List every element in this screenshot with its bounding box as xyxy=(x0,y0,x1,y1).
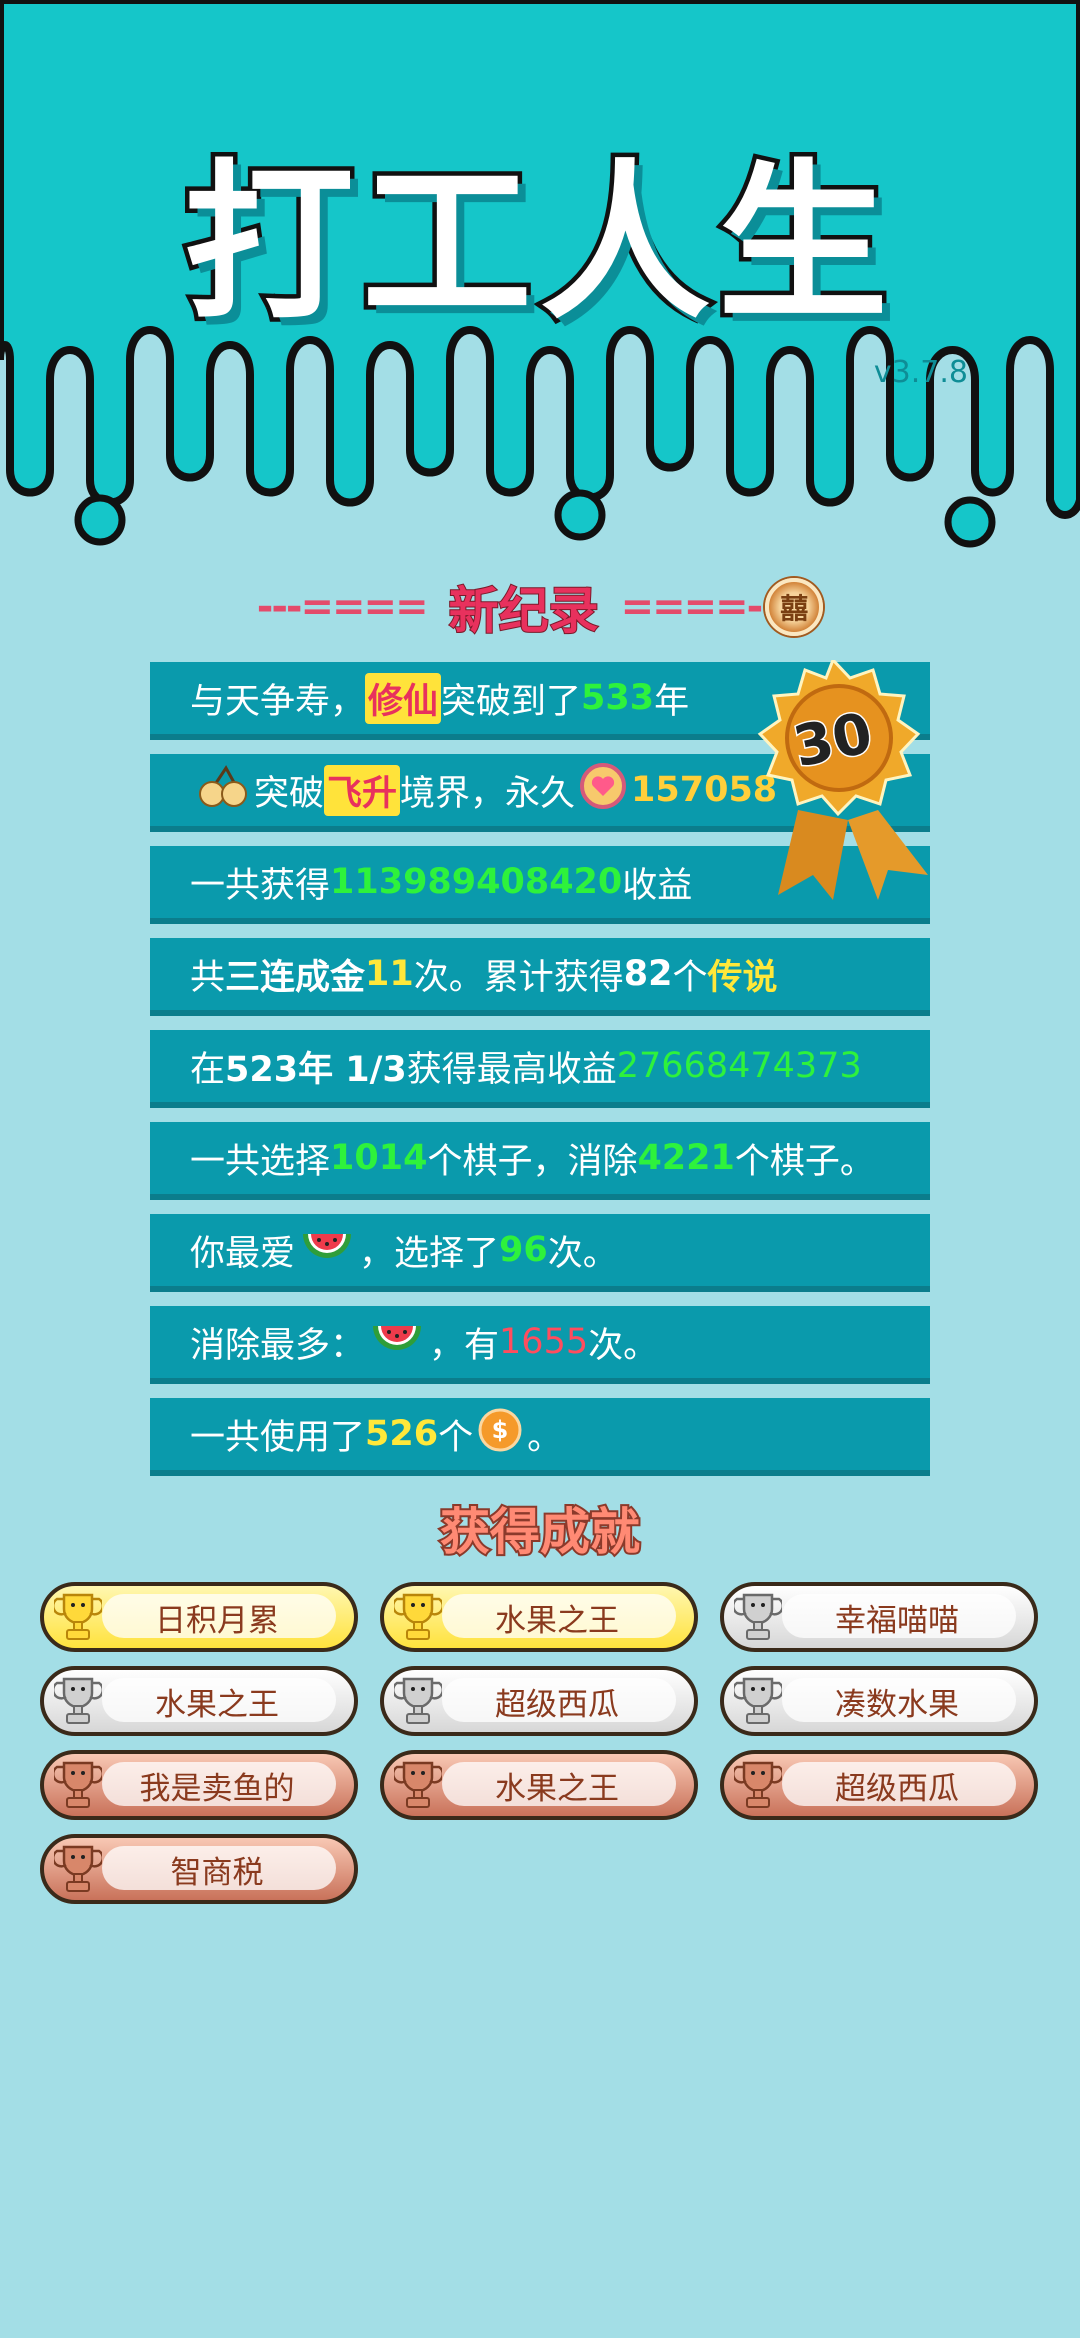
trophy-icon xyxy=(392,1675,444,1727)
max-income-value: 27668474373 xyxy=(616,1046,862,1086)
achievement-label: 水果之王 xyxy=(495,1602,619,1639)
app-title: 打工人生 xyxy=(179,141,896,348)
achievement-badge[interactable]: 超级西瓜 xyxy=(720,1750,1038,1820)
trophy-icon xyxy=(392,1591,444,1643)
dollar-coin-icon: $ xyxy=(477,1407,523,1462)
heart-coin-icon xyxy=(579,762,627,819)
stat-row-coins-used: 一共使用了 526 个 $ 。 xyxy=(150,1398,930,1476)
achievement-label: 超级西瓜 xyxy=(835,1770,959,1807)
trophy-icon xyxy=(392,1759,444,1811)
achievement-badge[interactable]: 水果之王 xyxy=(40,1666,358,1736)
trophy-icon xyxy=(732,1591,784,1643)
header: 打工人生 v3.7.8 xyxy=(0,0,1080,560)
achievement-badge[interactable]: 凑数水果 xyxy=(720,1666,1038,1736)
years-value: 533 xyxy=(581,678,655,718)
stat-row-most-eliminated: 消除最多： ，有 1655 次。 xyxy=(150,1306,930,1384)
medal-icon: 30 xyxy=(738,657,968,910)
watermelon-icon xyxy=(299,1226,355,1275)
achievements-title: 获得成就 xyxy=(438,1501,642,1563)
achievement-label: 幸福喵喵 xyxy=(835,1602,959,1639)
achievement-label: 我是卖鱼的 xyxy=(139,1770,295,1807)
version-label: v3.7.8 xyxy=(873,355,968,390)
achievement-badge[interactable]: 水果之王 xyxy=(380,1582,698,1652)
triple-gold-count: 11 xyxy=(365,954,414,994)
trophy-icon xyxy=(52,1759,104,1811)
achievement-label: 水果之王 xyxy=(155,1686,279,1723)
stat-row-pieces: 一共选择 1014 个棋子，消除 4221 个棋子。 xyxy=(150,1122,930,1200)
achievement-label: 水果之王 xyxy=(495,1770,619,1807)
achievement-badge[interactable]: 水果之王 xyxy=(380,1750,698,1820)
stat-row-triple-gold: 共 三连成金 11 次。累计获得 82 个 传说 xyxy=(150,938,930,1016)
favorite-count: 96 xyxy=(499,1230,548,1270)
coins-used-count: 526 xyxy=(365,1414,439,1454)
trophy-icon xyxy=(52,1675,104,1727)
trophy-icon xyxy=(52,1843,104,1895)
right-dash-decoration: ====- xyxy=(620,584,764,630)
achievement-badge[interactable]: 我是卖鱼的 xyxy=(40,1750,358,1820)
watermelon-icon xyxy=(369,1318,425,1367)
achievement-badge[interactable]: 幸福喵喵 xyxy=(720,1582,1038,1652)
immortal-tag: 修仙 xyxy=(365,672,442,724)
ascension-tag: 飞升 xyxy=(324,764,401,816)
most-eliminated-count: 1655 xyxy=(499,1322,589,1362)
achievement-badge[interactable]: 日积月累 xyxy=(40,1582,358,1652)
achievements-grid: 日积月累 水果之王 幸福喵喵 水果之王 超级西瓜 凑数水果 我是卖鱼的 水果之王 超级西瓜 智商税 xyxy=(40,1582,1040,1904)
stat-row-max-income: 在 523年 1/3 获得最高收益 27668474373 xyxy=(150,1030,930,1108)
new-record-title: 新纪录 xyxy=(448,581,600,641)
max-income-date: 523年 1/3 xyxy=(225,1049,407,1090)
left-dash-decoration: ---==== xyxy=(256,584,429,630)
svg-text:$: $ xyxy=(492,1416,509,1444)
achievement-label: 凑数水果 xyxy=(835,1686,959,1723)
trophy-icon xyxy=(732,1675,784,1727)
achievement-label: 日积月累 xyxy=(155,1602,279,1639)
new-record-heading: ---==== 新纪录 ====- 囍 xyxy=(0,572,1080,642)
legend-count: 82 xyxy=(623,954,673,994)
trophy-icon xyxy=(52,1591,104,1643)
eliminated-count: 4221 xyxy=(637,1138,735,1178)
cherry-icon xyxy=(194,764,250,817)
stat-row-favorite: 你最爱 ，选择了 96 次。 xyxy=(150,1214,930,1292)
achievement-label: 超级西瓜 xyxy=(495,1686,619,1723)
selected-count: 1014 xyxy=(330,1138,428,1178)
achievement-label: 智商税 xyxy=(170,1854,264,1891)
trophy-icon xyxy=(732,1759,784,1811)
achievement-badge[interactable]: 智商税 xyxy=(40,1834,358,1904)
total-income-value: 113989408420 xyxy=(330,862,623,902)
xi-coin-icon: 囍 xyxy=(765,578,824,636)
achievement-badge[interactable]: 超级西瓜 xyxy=(380,1666,698,1736)
